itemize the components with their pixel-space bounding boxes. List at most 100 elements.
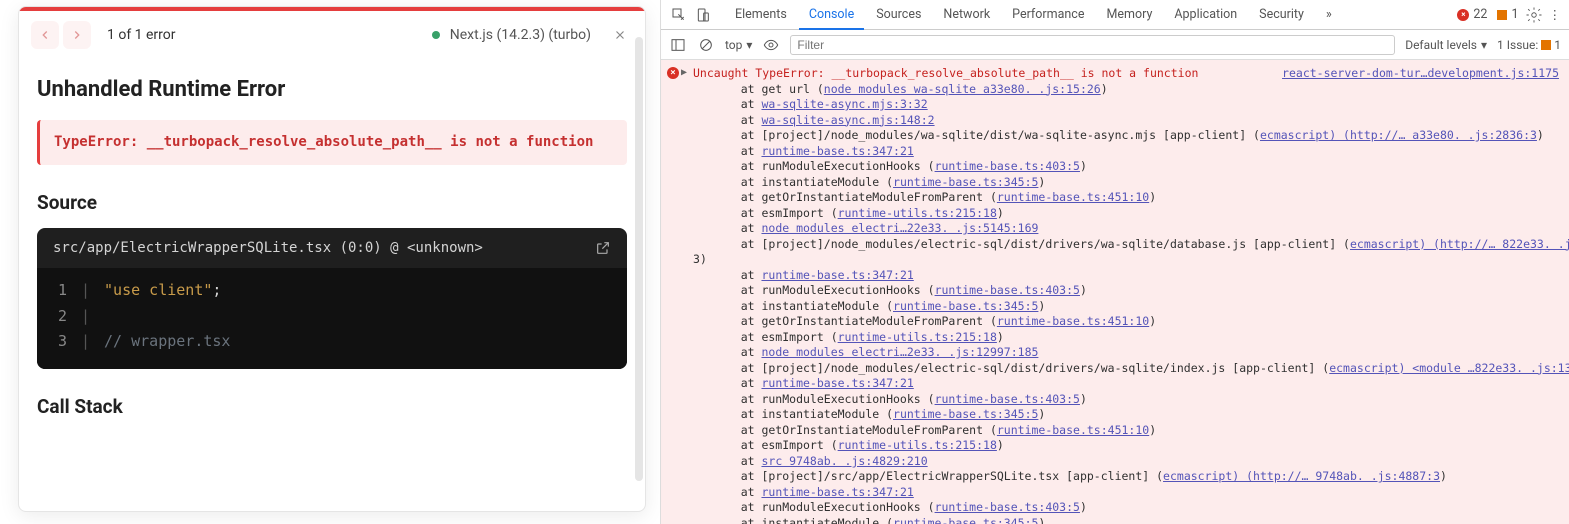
stack-frame-link[interactable]: runtime-base.ts:345:5 [893, 299, 1038, 313]
stack-frame-link[interactable]: wa-sqlite-async.mjs:3:32 [761, 97, 927, 111]
code-line: 1 | "use client"; [49, 278, 615, 304]
stack-frame: at runModuleExecutionHooks (runtime-base… [693, 500, 1561, 516]
source-section-header: Source [37, 191, 627, 214]
line-number: 1 [49, 278, 67, 304]
stack-frame-link[interactable]: runtime-base.ts:403:5 [935, 392, 1080, 406]
source-code-body: 1 | "use client"; 2 | 3 | // wrapper.tsx [37, 268, 627, 369]
console-toolbar: top ▾ Default levels ▾ 1 Issue: 1 [661, 30, 1569, 60]
stack-frame: at node modules electri…22e33. .js:5145:… [693, 221, 1561, 237]
error-message-box: TypeError: __turbopack_resolve_absolute_… [37, 120, 627, 165]
prev-error-button[interactable] [31, 21, 59, 49]
kebab-menu-icon[interactable]: ⋮ [1545, 7, 1566, 23]
stack-frame-link[interactable]: runtime-base.ts:451:10 [997, 314, 1149, 328]
tab-console[interactable]: Console [799, 1, 864, 30]
stack-frame-link[interactable]: runtime-base.ts:403:5 [935, 159, 1080, 173]
error-overlay-header: 1 of 1 error Next.js (14.2.3) (turbo) [19, 11, 645, 59]
stack-frame: at runtime-base.ts:347:21 [693, 268, 1561, 284]
stack-frame-link[interactable]: 3 [693, 252, 700, 266]
tab-sources[interactable]: Sources [866, 0, 931, 29]
error-overlay-card: 1 of 1 error Next.js (14.2.3) (turbo) Un… [18, 6, 646, 512]
code-line: 2 | [49, 304, 615, 330]
stack-frame: at getOrInstantiateModuleFromParent (run… [693, 190, 1561, 206]
stack-frame-link[interactable]: runtime-base.ts:403:5 [935, 283, 1080, 297]
stack-frame-link[interactable]: runtime-base.ts:345:5 [893, 516, 1038, 524]
tab-application[interactable]: Application [1164, 0, 1247, 29]
stack-frame-link[interactable]: runtime-base.ts:345:5 [893, 175, 1038, 189]
stack-frame: at get url (node modules wa-sqlite a33e8… [693, 82, 1561, 98]
context-selector[interactable]: top ▾ [725, 38, 752, 52]
expand-toggle-icon[interactable]: ▶ [681, 66, 687, 80]
code-token: ; [212, 281, 221, 299]
console-error-message[interactable]: ×▶react-server-dom-tur…development.js:11… [661, 64, 1569, 524]
stack-frame-link[interactable]: runtime-utils.ts:215:18 [838, 206, 997, 220]
source-file-header: src/app/ElectricWrapperSQLite.tsx (0:0) … [37, 228, 627, 268]
console-sidebar-toggle-icon[interactable] [669, 36, 687, 54]
console-output[interactable]: ×▶react-server-dom-tur…development.js:11… [661, 60, 1569, 524]
stack-frame: at instantiateModule (runtime-base.ts:34… [693, 175, 1561, 191]
error-count: 22 [1473, 7, 1487, 22]
stack-frame-link[interactable]: node modules electri…22e33. .js:5145:169 [761, 221, 1038, 235]
stack-frame: at instantiateModule (runtime-base.ts:34… [693, 516, 1561, 524]
error-count-badge[interactable]: ×22 [1453, 7, 1491, 22]
warning-count: 1 [1511, 7, 1518, 22]
clear-console-icon[interactable] [697, 36, 715, 54]
issues-label[interactable]: 1 Issue: 1 [1497, 38, 1561, 52]
stack-frame: at node modules electri…2e33. .js:12997:… [693, 345, 1561, 361]
console-source-link[interactable]: react-server-dom-tur…development.js:1175 [1282, 66, 1559, 82]
stack-frame-link[interactable]: runtime-base.ts:347:21 [761, 485, 913, 499]
stack-frame-link[interactable]: runtime-base.ts:451:10 [997, 423, 1149, 437]
tab-more[interactable]: » [1316, 0, 1342, 29]
stack-frame-link[interactable]: runtime-utils.ts:215:18 [838, 330, 997, 344]
next-error-button[interactable] [63, 21, 91, 49]
error-counter: 1 of 1 error [107, 27, 176, 43]
tab-memory[interactable]: Memory [1096, 0, 1162, 29]
stack-frame-link[interactable]: src 9748ab. .js:4829:210 [761, 454, 927, 468]
stack-frame-link[interactable]: runtime-utils.ts:215:18 [838, 438, 997, 452]
tab-network[interactable]: Network [933, 0, 1000, 29]
stack-frame: at esmImport (runtime-utils.ts:215:18) [693, 206, 1561, 222]
stack-frame: at runModuleExecutionHooks (runtime-base… [693, 159, 1561, 175]
stack-frame-link[interactable]: node modules wa-sqlite a33e80. .js:15:26 [824, 82, 1101, 96]
console-filter-input[interactable] [790, 35, 1395, 55]
stack-frame-link[interactable]: node modules electri…2e33. .js:12997:185 [761, 345, 1038, 359]
stack-frame-link[interactable]: runtime-base.ts:451:10 [997, 190, 1149, 204]
error-message: __turbopack_resolve_absolute_path__ is n… [147, 134, 594, 150]
tab-elements[interactable]: Elements [725, 0, 797, 29]
stack-frame: at esmImport (runtime-utils.ts:215:18) [693, 438, 1561, 454]
scrollbar[interactable] [635, 37, 643, 481]
stack-frame-link[interactable]: wa-sqlite-async.mjs:148:2 [761, 113, 934, 127]
settings-icon[interactable] [1525, 6, 1543, 24]
stack-frame-link[interactable]: ecmascript) (http://… 9748ab. .js:4887:3 [1163, 469, 1440, 483]
stack-frame-link[interactable]: ecmascript) (http://… a33e80. .js:2836:3 [1260, 128, 1537, 142]
stack-frame-link[interactable]: runtime-base.ts:345:5 [893, 407, 1038, 421]
tab-performance[interactable]: Performance [1002, 0, 1094, 29]
error-title: Unhandled Runtime Error [37, 77, 627, 102]
framework-label: Next.js (14.2.3) (turbo) [450, 27, 591, 43]
log-levels-selector[interactable]: Default levels ▾ [1405, 38, 1487, 52]
stack-frame: at esmImport (runtime-utils.ts:215:18) [693, 330, 1561, 346]
line-number: 2 [49, 304, 67, 330]
stack-frame-link[interactable]: runtime-base.ts:347:21 [761, 144, 913, 158]
chevron-down-icon: ▾ [746, 38, 752, 52]
stack-frame: at getOrInstantiateModuleFromParent (run… [693, 314, 1561, 330]
stack-frame-link[interactable]: runtime-base.ts:347:21 [761, 376, 913, 390]
nextjs-error-overlay-pane: 1 of 1 error Next.js (14.2.3) (turbo) Un… [0, 0, 660, 524]
stack-frame-link[interactable]: runtime-base.ts:403:5 [935, 500, 1080, 514]
live-expression-icon[interactable] [762, 36, 780, 54]
error-type: TypeError: [54, 134, 147, 150]
inspect-icon[interactable] [671, 7, 687, 23]
device-toggle-icon[interactable] [695, 7, 711, 23]
warning-count-badge[interactable]: 1 [1493, 7, 1522, 22]
code-token: "use client" [104, 281, 212, 299]
stack-frame: at runtime-base.ts:347:21 [693, 144, 1561, 160]
stack-frame-link[interactable]: runtime-base.ts:347:21 [761, 268, 913, 282]
stack-frame-link[interactable]: ecmascript) (http://… 822e33. .js:5216: [1350, 237, 1569, 251]
close-overlay-button[interactable] [609, 24, 631, 46]
devtools-pane: Elements Console Sources Network Perform… [660, 0, 1569, 524]
stack-frame-link[interactable]: ecmascript) <module …822e33. .js:13003:3 [1329, 361, 1569, 375]
stack-frame: at instantiateModule (runtime-base.ts:34… [693, 299, 1561, 315]
stack-frame: at [project]/node_modules/electric-sql/d… [693, 237, 1561, 253]
open-external-button[interactable] [595, 240, 611, 256]
stack-frame: at [project]/node_modules/wa-sqlite/dist… [693, 128, 1561, 144]
tab-security[interactable]: Security [1249, 0, 1314, 29]
